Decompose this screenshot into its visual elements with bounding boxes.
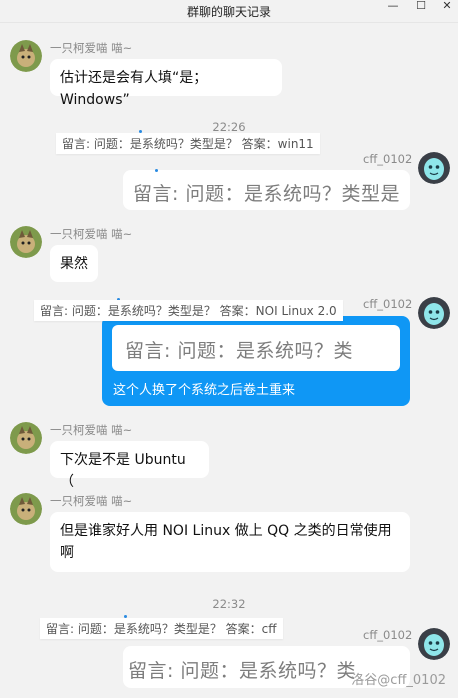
cat-avatar-icon[interactable]	[10, 422, 42, 454]
cat-avatar-icon[interactable]	[10, 226, 42, 258]
sender-name: cff_0102	[363, 628, 413, 642]
cat-avatar-icon[interactable]	[10, 40, 42, 72]
message-bubble[interactable]: 估计还是会有人填“是；Windows”	[50, 59, 282, 108]
message-bubble[interactable]: 果然	[50, 245, 98, 282]
title-bar: 群聊的聊天记录 — ☐ ✕	[0, 0, 458, 23]
ghost-avatar-icon[interactable]	[418, 297, 450, 329]
image-message[interactable]: 留言: 问题：是系统吗？类型是	[123, 170, 410, 210]
message-bubble[interactable]: 但是谁家好人用 NOI Linux 做上 QQ 之类的日常使用啊	[50, 512, 410, 572]
image-screenshot-text: 留言: 问题：是系统吗？类	[128, 660, 356, 682]
notice-marker-icon	[155, 169, 158, 172]
sender-name: 一只柯爱喵 喵~	[50, 227, 133, 241]
message-caption: 这个人换了个系统之后卷土重来	[113, 383, 296, 398]
notice-label: 留言: 问题：是系统吗？类型是？ 答案：NOI Linux 2.0	[34, 300, 343, 321]
watermark: 洛谷@cff_0102	[351, 673, 446, 688]
ghost-avatar-icon[interactable]	[418, 152, 450, 184]
image-screenshot-text: 留言: 问题：是系统吗？类型是	[133, 183, 400, 205]
sender-name: 一只柯爱喵 喵~	[50, 494, 133, 508]
forwarded-image-message[interactable]: 留言: 问题：是系统吗？类 这个人换了个系统之后卷土重来	[102, 316, 410, 406]
image-message[interactable]: 留言: 问题：是系统吗？类	[112, 325, 400, 371]
maximize-button[interactable]: ☐	[414, 0, 428, 14]
timestamp: 22:32	[212, 597, 246, 611]
sender-name: cff_0102	[363, 152, 413, 166]
ghost-avatar-icon[interactable]	[418, 628, 450, 660]
close-button[interactable]: ✕	[440, 0, 454, 14]
cat-avatar-icon[interactable]	[10, 493, 42, 525]
notice-label: 留言: 问题：是系统吗？类型是？ 答案：win11	[56, 133, 320, 154]
sender-name: 一只柯爱喵 喵~	[50, 423, 133, 437]
minimize-button[interactable]: —	[386, 0, 400, 14]
timestamp: 22:26	[212, 120, 246, 134]
sender-name: 一只柯爱喵 喵~	[50, 41, 133, 55]
notice-label: 留言: 问题：是系统吗？类型是？ 答案：cff	[40, 618, 283, 639]
sender-name: cff_0102	[363, 297, 413, 311]
message-bubble[interactable]: 下次是不是 Ubuntu（	[50, 441, 209, 490]
image-screenshot-text: 留言: 问题：是系统吗？类	[125, 340, 353, 362]
